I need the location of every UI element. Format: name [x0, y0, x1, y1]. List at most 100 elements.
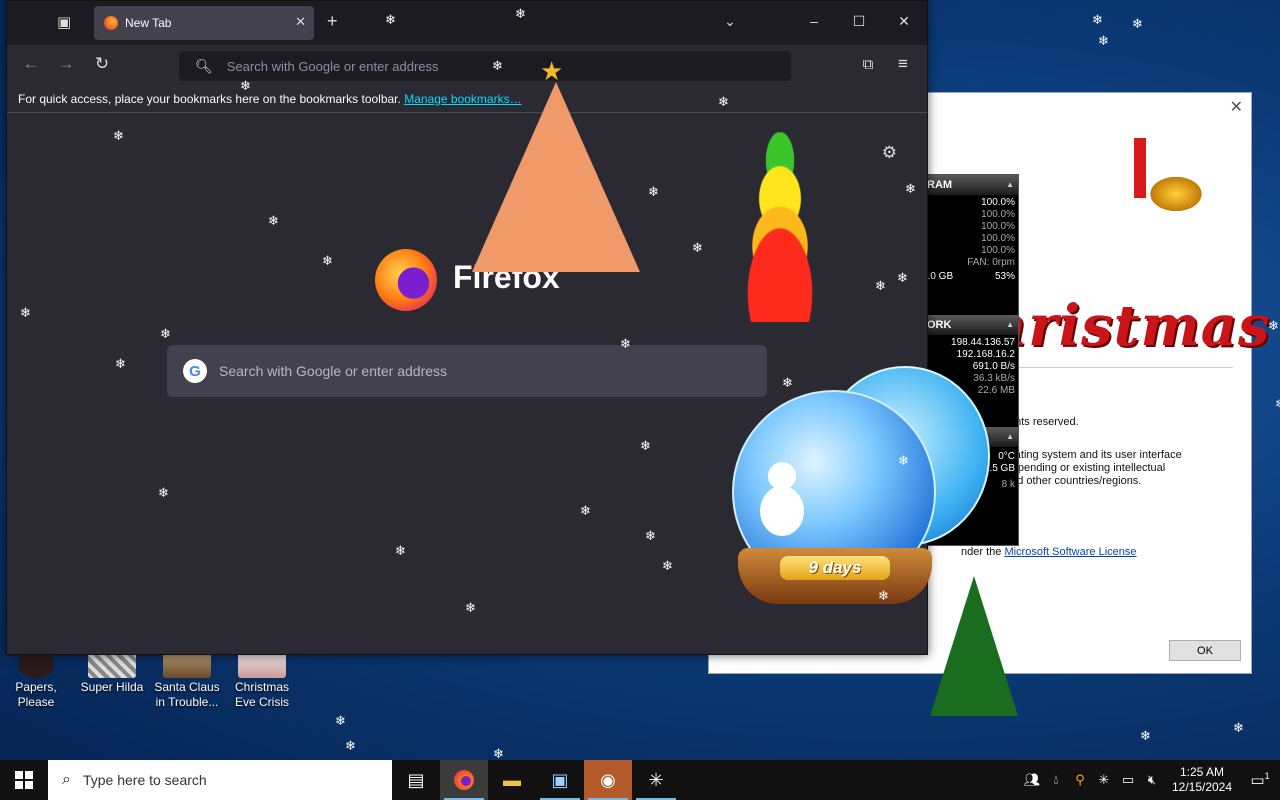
url-placeholder: Search with Google or enter address: [226, 58, 439, 74]
task-view-icon: ▤: [407, 769, 425, 790]
tab-groups-icon[interactable]: ▣: [57, 13, 71, 31]
dialog-close-icon[interactable]: ✕: [1230, 97, 1243, 117]
license-prefix: nder the: [961, 546, 1002, 558]
rights-text: ghts reserved.: [1009, 416, 1079, 428]
search-app-icon[interactable]: ⚲: [1068, 772, 1092, 788]
clock-date: 12/15/2024: [1171, 780, 1233, 794]
snowflake-icon: ❄: [395, 544, 406, 559]
snowflake-icon: ❄: [335, 714, 346, 729]
countdown-label: 9 days: [780, 556, 890, 580]
ram-value: 100.0%: [981, 221, 1015, 232]
people-icon[interactable]: 👥︎: [1020, 772, 1044, 788]
snowflake-icon: ❄: [648, 185, 659, 200]
start-button[interactable]: [0, 760, 48, 800]
snowflake-app-icon: ✳: [648, 769, 664, 790]
tab-new-tab[interactable]: New Tab ✕: [94, 6, 314, 40]
taskbar-snow-globe-app[interactable]: ◉: [584, 760, 632, 800]
snowflake-icon: ❄: [1092, 13, 1103, 28]
license-text: nder the Microsoft Software License: [961, 546, 1137, 559]
system-tray: 👥︎ 💧︎ ⚲ ✳ ▭ 🔇︎ 1:25 AM 12/15/2024 ▭1: [1020, 760, 1280, 800]
window-close-icon[interactable]: ✕: [894, 13, 914, 30]
notification-icon: ▭: [1250, 772, 1265, 789]
tab-bar: ▣ New Tab ✕ + ⌄ – ☐ ✕: [7, 1, 927, 45]
taskbar: ⌕ Type here to search ▤ ▬ ▣ ◉ ✳ 👥︎ 💧︎ ⚲ …: [0, 760, 1280, 800]
snowflake-icon: ❄: [1268, 319, 1279, 334]
search-icon: 🔍︎: [195, 57, 213, 74]
snowflake-icon: ❄: [492, 59, 503, 74]
net-value: 198.44.136.57: [951, 337, 1015, 348]
snowflake-icon: ❄: [515, 7, 526, 22]
snowflake-icon: ❄: [493, 747, 504, 760]
snowflake-icon: ❄: [905, 182, 916, 197]
notifications-button[interactable]: ▭1: [1240, 771, 1280, 789]
clock-time: 1:25 AM: [1179, 765, 1225, 779]
maximize-icon[interactable]: ☐: [849, 13, 869, 30]
tab-close-icon[interactable]: ✕: [295, 14, 306, 30]
snowflake-icon: ❄: [1132, 17, 1143, 32]
volume-muted-icon[interactable]: 🔇︎: [1140, 772, 1164, 788]
taskbar-search-box[interactable]: ⌕ Type here to search: [48, 760, 392, 800]
desktop-icon-super-hilda[interactable]: Super Hilda: [76, 650, 148, 695]
swirl-tree-decoration: [700, 132, 860, 322]
task-view-button[interactable]: ▤: [392, 760, 440, 800]
clock[interactable]: 1:25 AM 12/15/2024: [1164, 765, 1240, 795]
desktop: ✕ Christmas ghts reserved. erating syste…: [0, 0, 1280, 760]
desktop-icon-label: Super Hilda: [80, 680, 144, 694]
snowflake-icon: ❄: [115, 357, 126, 372]
desktop-icon-label: Christmas Eve Crisis: [234, 680, 289, 709]
network-icon[interactable]: ▭: [1116, 772, 1140, 788]
license-link[interactable]: Microsoft Software License: [1004, 546, 1136, 558]
reload-icon[interactable]: ↻: [91, 54, 113, 74]
os-text-line3: and other countries/regions.: [1005, 475, 1142, 487]
snowflake-icon: ❄: [692, 241, 703, 256]
snowflake-icon: ❄: [718, 95, 729, 110]
snowflake-icon: ❄: [20, 306, 31, 321]
taskbar-about-window[interactable]: ▣: [536, 760, 584, 800]
pink-tree-decoration: [472, 82, 640, 272]
settings-gear-icon[interactable]: ⚙: [882, 143, 897, 163]
snowman-icon: [754, 448, 810, 548]
new-tab-plus-icon[interactable]: +: [327, 11, 338, 32]
desktop-icon-santa-claus[interactable]: Santa Claus in Trouble...: [151, 650, 223, 710]
list-tabs-chevron-icon[interactable]: ⌄: [720, 13, 740, 30]
taskbar-firefox[interactable]: [440, 760, 488, 800]
snowflake-icon: ❄: [465, 601, 476, 616]
taskbar-file-explorer[interactable]: ▬: [488, 760, 536, 800]
snowflake-icon: ❄: [322, 254, 333, 269]
desktop-icon-label: Papers, Please: [15, 680, 57, 709]
ok-button[interactable]: OK: [1169, 640, 1241, 661]
snowflake-icon: ❄: [158, 486, 169, 501]
star-icon: ★: [540, 56, 564, 86]
content-search-input[interactable]: G Search with Google or enter address: [167, 345, 767, 397]
desktop-icon-christmas-eve-crisis[interactable]: Christmas Eve Crisis: [226, 650, 298, 710]
snowflake-tray-icon[interactable]: ✳: [1092, 772, 1116, 788]
ram-value: 100.0%: [981, 197, 1015, 208]
ram-value: 100.0%: [981, 233, 1015, 244]
menu-hamburger-icon[interactable]: ≡: [892, 54, 914, 74]
back-arrow-icon[interactable]: ←: [20, 54, 42, 74]
christmas-tree-decoration: [930, 576, 1018, 716]
network-header: ORK: [919, 315, 1018, 335]
ram-header: RAM: [919, 175, 1018, 195]
taskbar-snowflake-app[interactable]: ✳: [632, 760, 680, 800]
snowflake-icon: ❄: [640, 439, 651, 454]
extensions-puzzle-icon[interactable]: ⧉: [857, 56, 879, 73]
os-text-line1: erating system and its user interface: [1005, 449, 1182, 461]
snowflake-icon: ❄: [1140, 729, 1151, 744]
tab-title: New Tab: [125, 16, 172, 30]
google-icon: G: [183, 359, 207, 383]
snowflake-icon: ❄: [580, 504, 591, 519]
minimize-icon[interactable]: –: [804, 13, 824, 29]
firefox-icon: [454, 770, 474, 790]
snowflake-icon: ❄: [898, 454, 909, 469]
ram-value: 100.0%: [981, 245, 1015, 256]
snowflake-icon: ❄: [113, 129, 124, 144]
water-drop-icon[interactable]: 💧︎: [1044, 772, 1068, 788]
url-bar[interactable]: 🔍︎ Search with Google or enter address: [179, 51, 791, 81]
bookmarks-toolbar: For quick access, place your bookmarks h…: [7, 85, 927, 113]
forward-arrow-icon[interactable]: →: [55, 54, 77, 74]
windows-logo-icon: [15, 771, 33, 789]
snowflake-icon: ❄: [645, 529, 656, 544]
desktop-icon-papers-please[interactable]: Papers, Please: [0, 650, 72, 710]
window-app-icon: ▣: [551, 769, 569, 790]
